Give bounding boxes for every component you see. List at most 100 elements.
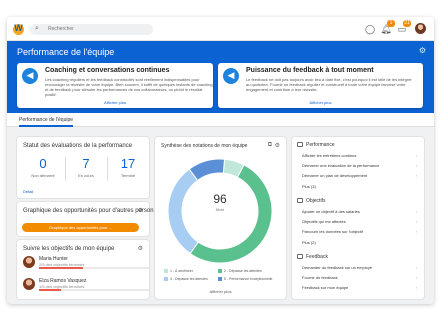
chat-icon[interactable]: ◯ — [364, 23, 376, 35]
action-item[interactable]: Ajouter un objectif à des salariés › — [302, 209, 417, 214]
legend-item: 2 - Dépassé les attentes — [218, 269, 262, 273]
legend-label: 4 - Dépassé les attentes — [170, 277, 208, 281]
promo-title: Puissance du feedback à tout moment — [246, 67, 374, 74]
goal-progress-fill — [39, 267, 83, 269]
promo-card-feedback: ◀ Puissance du feedback à tout moment Le… — [218, 63, 423, 108]
card-title: Statut des évaluations de la performance — [23, 143, 133, 149]
eval-status-card: Statut des évaluations de la performance… — [17, 137, 149, 198]
opportunities-button[interactable]: Graphique des opportunités pour ... — [22, 223, 139, 232]
donut-total-label: Nbre — [215, 207, 225, 212]
action-item[interactable]: Fournir du feedback › — [302, 275, 417, 280]
action-item[interactable]: Demander du feedback sur un employé › — [302, 265, 417, 270]
goal-person-row[interactable]: Elza Ramos Vasquez 1/5 des objectifs ter… — [23, 278, 149, 296]
gear-icon[interactable]: ⚙ — [275, 142, 280, 149]
quick-actions-panel: Performance Afficher les entretiens cont… — [292, 137, 424, 299]
action-label: Fournir du feedback — [302, 275, 338, 280]
tab-team-performance[interactable]: Performance de l'équipe — [19, 117, 74, 127]
promo-title: Coaching et conversations continues — [45, 67, 170, 74]
app-window: W ⌕ Rechercher ◯ 🔔︎ 1 ▭ 21 Performance de … — [7, 17, 434, 304]
action-item[interactable]: Parcourir les données sur l'objectif › — [302, 229, 417, 234]
folder-icon — [297, 142, 303, 147]
action-label: Parcourir les données sur l'objectif — [302, 229, 364, 234]
bell-icon[interactable]: 🔔︎ 1 — [380, 20, 395, 35]
action-item[interactable]: Démarrer un plan de développement › — [302, 173, 417, 178]
promo-more-link[interactable]: Afficher plus — [218, 100, 423, 105]
section-title-goals: Objectifs — [297, 198, 325, 204]
action-label: Demander du feedback sur un employé — [302, 265, 373, 270]
legend-label: 1 - À améliorer — [170, 269, 193, 273]
action-item[interactable]: Objectifs qui me affectés › — [302, 219, 417, 224]
tab-bar: Performance de l'équipe — [7, 113, 434, 127]
inbox-icon[interactable]: ▭ 21 — [396, 20, 411, 35]
promo-body: Les coaching réguliers et les feedback c… — [45, 77, 213, 97]
legend-swatch — [164, 269, 168, 273]
more-link[interactable]: Plus (2) — [302, 240, 316, 245]
legend-label: 2 - Dépassé les attentes — [224, 269, 262, 273]
chevron-right-icon: › — [415, 173, 417, 178]
section-label: Feedback — [306, 254, 328, 260]
stat-label: Terminé — [120, 173, 136, 178]
legend-item: 1 - À améliorer — [164, 269, 193, 273]
legend-swatch — [218, 269, 222, 273]
page-header: Performance de l'équipe ⚙ ◀ Coaching et … — [7, 41, 434, 113]
person-photo — [23, 256, 35, 268]
workday-logo[interactable]: W — [13, 23, 24, 35]
avatar[interactable] — [415, 23, 426, 34]
chevron-right-icon: › — [415, 275, 417, 280]
donut-slice-3[interactable] — [167, 168, 199, 255]
show-more-link[interactable]: Afficher plus — [155, 289, 286, 294]
section-title-feedback: Feedback — [297, 254, 328, 260]
gear-icon[interactable]: ⚙ — [138, 245, 143, 252]
promo-body: Le feedback ne doit pas toujours avoir l… — [246, 77, 412, 92]
stat-value: 0 — [39, 156, 47, 171]
donut-total: 96 — [213, 192, 227, 206]
section-label: Performance — [306, 142, 335, 148]
section-title-performance: Performance — [297, 142, 335, 148]
chevron-right-icon: › — [415, 265, 417, 270]
action-label: Objectifs qui me affectés — [302, 219, 346, 224]
search-input[interactable]: ⌕ Rechercher — [30, 24, 153, 35]
stat-label: Non démarré — [31, 173, 55, 178]
legend-swatch — [164, 277, 168, 281]
action-item[interactable]: Feedback sur mon équipe › — [302, 285, 417, 290]
more-link[interactable]: Plus (3) — [302, 184, 316, 189]
legend-swatch — [218, 277, 222, 281]
search-placeholder: Rechercher — [48, 26, 74, 32]
goal-person-row[interactable]: Maria Hunter 2/5 des objectifs terminés — [23, 256, 149, 274]
action-label: Afficher les entretiens continus — [302, 153, 357, 158]
gear-icon[interactable]: ⚙ — [419, 46, 426, 55]
section-label: Objectifs — [306, 198, 326, 204]
card-title: Suivre les objectifs de mon équipe — [23, 246, 115, 252]
page-title: Performance de l'équipe — [17, 47, 115, 57]
chevron-right-icon: › — [415, 153, 417, 158]
detail-link[interactable]: Détail — [23, 189, 33, 194]
action-item[interactable]: Démarrer une évaluation de la performanc… — [302, 163, 417, 168]
promo-card-coaching: ◀ Coaching et conversations continues Le… — [17, 63, 213, 108]
stat-value: 7 — [82, 156, 90, 171]
chevron-right-icon: › — [415, 229, 417, 234]
goal-progress-fill — [39, 289, 61, 291]
filter-icon[interactable]: ⧉ — [268, 142, 272, 149]
stat-in-progress[interactable]: 7 En cours — [66, 156, 106, 178]
megaphone-icon: ◀ — [223, 68, 239, 84]
folder-icon — [297, 198, 303, 203]
goal-progress-bar — [39, 289, 149, 291]
gear-icon[interactable]: ⚙ — [138, 207, 143, 214]
chevron-right-icon: › — [415, 209, 417, 214]
megaphone-icon: ◀ — [22, 68, 38, 84]
person-photo — [23, 278, 35, 290]
donut-slice-2[interactable] — [189, 164, 273, 264]
stat-completed[interactable]: 17 Terminé — [108, 156, 148, 178]
action-label: Ajouter un objectif à des salariés — [302, 209, 360, 214]
logo-letter: W — [14, 23, 23, 33]
inbox-badge: 21 — [403, 20, 411, 27]
stat-not-started[interactable]: 0 Non démarré — [23, 156, 63, 178]
team-goals-card: Suivre les objectifs de mon équipe ⚙ Mar… — [17, 240, 149, 299]
chevron-right-icon: › — [415, 163, 417, 168]
promo-more-link[interactable]: Afficher plus — [17, 100, 213, 105]
stat-label: En cours — [78, 173, 94, 178]
chevron-right-icon: › — [415, 219, 417, 224]
stat-value: 17 — [120, 156, 136, 171]
action-item[interactable]: Afficher les entretiens continus › — [302, 153, 417, 158]
folder-icon — [297, 254, 303, 259]
